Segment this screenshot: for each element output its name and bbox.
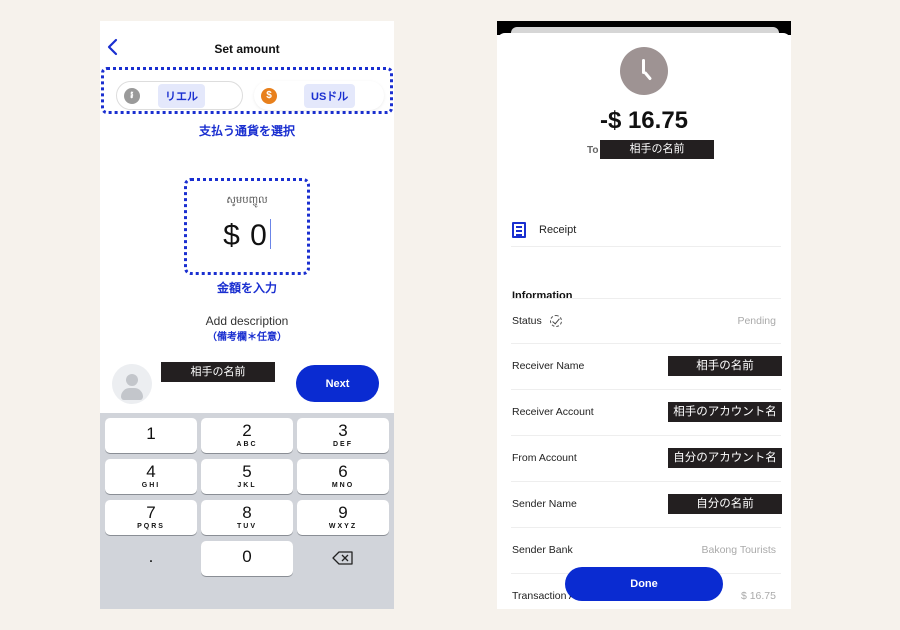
info-row-status: Status Pending — [512, 311, 782, 331]
riel-coin-icon: ៛ — [124, 87, 140, 104]
currency-option-riel[interactable]: ៛ リエル — [116, 81, 243, 110]
key-digit: 5 — [242, 462, 252, 481]
currency-selector-highlight: ៛ リエル $ USドル — [101, 67, 393, 114]
row-label: Sender Name — [512, 498, 577, 510]
row-label: Status — [512, 315, 542, 327]
transaction-sheet: -$ 16.75 To 相手の名前 Receipt Information St… — [497, 33, 791, 609]
info-row-receiver-name: Receiver Name 相手の名前 — [512, 356, 782, 376]
transaction-amount: -$ 16.75 — [599, 107, 689, 134]
info-row-sender-bank: Sender Bank Bakong Tourists — [512, 540, 782, 560]
annotation-select-currency: 支払う通貨を選択 — [198, 124, 295, 138]
key-6[interactable]: 6 MNO — [297, 459, 389, 494]
set-amount-screen: Set amount ៛ リエル $ USドル 支払う通貨を選択 សូមបញ្ច… — [100, 21, 394, 609]
key-digit: 9 — [338, 503, 348, 522]
key-digit: 2 — [242, 421, 252, 440]
amount-value: $ 0 — [223, 219, 268, 252]
key-letters: DEF — [333, 441, 353, 448]
annotation-enter-amount: 金額を入力 — [216, 281, 277, 295]
divider — [511, 481, 781, 482]
divider — [511, 246, 781, 247]
row-label: Receiver Name — [512, 360, 585, 372]
key-2[interactable]: 2 ABC — [201, 418, 293, 453]
receipt-label: Receipt — [539, 224, 577, 236]
row-value-redacted: 自分の名前 — [668, 494, 782, 514]
to-label: To — [587, 145, 599, 156]
divider — [511, 389, 781, 390]
key-letters: TUV — [237, 523, 257, 530]
divider — [511, 527, 781, 528]
info-row-from-account: From Account 自分のアカウント名 — [512, 448, 782, 468]
key-letters: JKL — [237, 482, 257, 489]
clock-icon — [620, 47, 668, 95]
key-digit: 0 — [242, 547, 252, 566]
info-row-receiver-account: Receiver Account 相手のアカウント名 — [512, 402, 782, 422]
key-0[interactable]: 0 — [201, 541, 293, 576]
currency-label: リエル — [158, 83, 205, 108]
key-digit: 4 — [146, 462, 156, 481]
key-digit: 6 — [338, 462, 348, 481]
row-value-redacted: 自分のアカウント名 — [668, 448, 782, 468]
key-8[interactable]: 8 TUV — [201, 500, 293, 535]
key-digit: 1 — [146, 424, 156, 443]
annotation-description: （備考欄＊任意） — [207, 332, 287, 343]
person-icon — [126, 374, 138, 386]
info-row-sender-name: Sender Name 自分の名前 — [512, 494, 782, 514]
key-9[interactable]: 9 WXYZ — [297, 500, 389, 535]
row-label: From Account — [512, 452, 577, 464]
currency-label: USドル — [304, 83, 356, 108]
recipient-name-redacted: 相手の名前 — [600, 140, 714, 159]
avatar — [112, 364, 152, 404]
amount-input-highlight[interactable]: សូមបញ្ចូល $ 0 — [184, 178, 310, 275]
row-value: $ 16.75 — [740, 590, 776, 602]
header: Set amount — [100, 21, 394, 67]
key-5[interactable]: 5 JKL — [201, 459, 293, 494]
key-backspace[interactable] — [297, 541, 389, 576]
pending-check-icon — [549, 315, 562, 327]
done-button[interactable]: Done — [565, 567, 723, 601]
transaction-detail-screen: -$ 16.75 To 相手の名前 Receipt Information St… — [497, 21, 791, 609]
page-title: Set amount — [214, 42, 280, 56]
recipient-name-redacted: 相手の名前 — [161, 362, 275, 382]
divider — [511, 435, 781, 436]
divider — [511, 343, 781, 344]
key-4[interactable]: 4 GHI — [105, 459, 197, 494]
text-caret — [269, 219, 271, 249]
row-value: Bakong Tourists — [701, 544, 776, 556]
row-value-redacted: 相手のアカウント名 — [668, 402, 782, 422]
key-digit: 8 — [242, 503, 252, 522]
next-button[interactable]: Next — [296, 365, 379, 402]
key-letters: GHI — [141, 482, 161, 489]
key-letters: MNO — [331, 482, 355, 489]
key-letters: WXYZ — [328, 523, 358, 530]
row-value: Pending — [737, 315, 776, 327]
key-digit: . — [148, 547, 154, 566]
receipt-icon — [512, 222, 526, 238]
key-7[interactable]: 7 PQRS — [105, 500, 197, 535]
row-label: Receiver Account — [512, 406, 594, 418]
key-1[interactable]: 1 — [105, 418, 197, 453]
row-label: Sender Bank — [512, 544, 573, 556]
add-description-link[interactable]: Add description — [100, 314, 394, 328]
amount-input[interactable]: $ 0 — [187, 219, 307, 253]
key-letters: PQRS — [137, 523, 165, 530]
key-digit: 7 — [146, 503, 156, 522]
currency-option-usd[interactable]: $ USドル — [254, 81, 384, 110]
key-decimal[interactable]: . — [105, 541, 197, 576]
amount-label: សូមបញ្ចូល — [226, 195, 268, 206]
key-letters: ABC — [236, 441, 258, 448]
receipt-button[interactable]: Receipt — [512, 222, 576, 238]
numeric-keypad: 1 2 ABC 3 DEF 4 GHI 5 JKL 6 MNO 7 PQRS 8 TUV 9W… — [100, 413, 394, 609]
dollar-coin-icon: $ — [261, 87, 277, 104]
information-header: Information — [512, 290, 573, 302]
person-icon-body — [121, 388, 143, 400]
backspace-icon — [332, 551, 353, 565]
key-digit: 3 — [338, 421, 348, 440]
divider — [511, 298, 781, 299]
row-value-redacted: 相手の名前 — [668, 356, 782, 376]
key-3[interactable]: 3 DEF — [297, 418, 389, 453]
